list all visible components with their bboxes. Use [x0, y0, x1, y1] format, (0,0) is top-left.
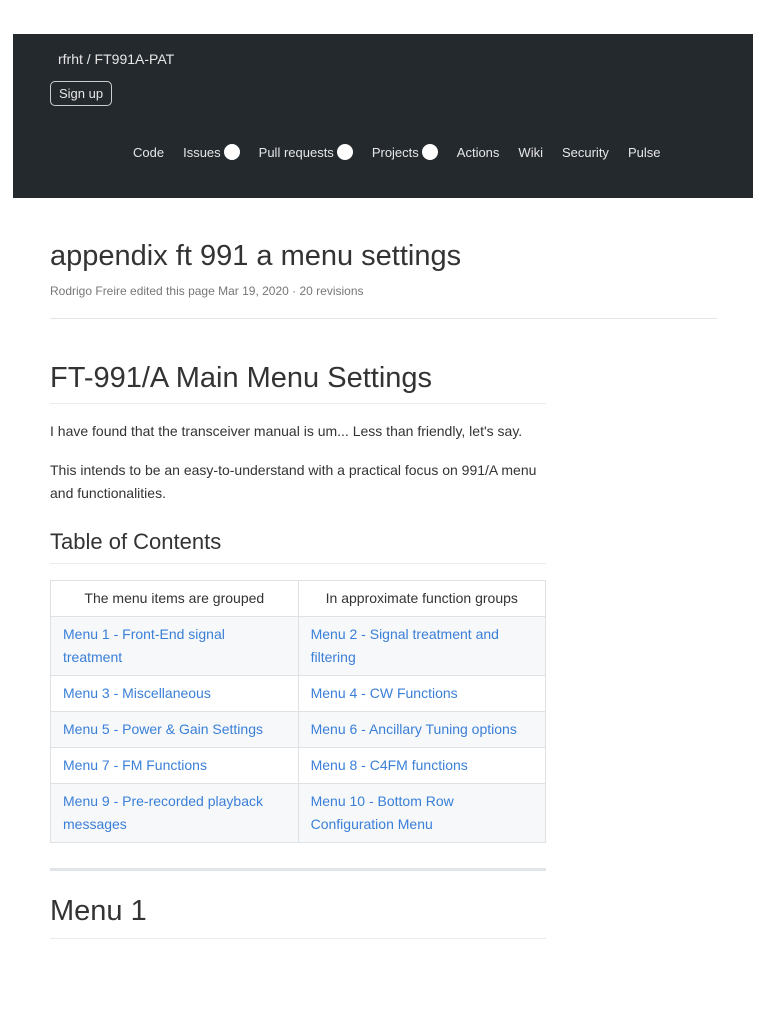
nav-label: Security	[561, 144, 609, 160]
nav-pulse[interactable]: Pulse	[628, 144, 661, 160]
intro-paragraph: This intends to be an easy-to-understand…	[50, 462, 537, 501]
page-title: appendix ft 991 a menu settings	[50, 240, 462, 272]
nav-label: Actions	[456, 144, 500, 160]
toc-link[interactable]: Menu 4 - CW Functions	[311, 685, 458, 701]
table-cell: Menu 4 - CW Functions	[297, 675, 547, 712]
column-header: The menu items are grouped	[50, 580, 299, 617]
table-cell: Menu 9 - Pre-recorded playback messages	[50, 783, 299, 843]
toc-link[interactable]: Menu 8 - C4FM functions	[311, 757, 468, 773]
toc-link[interactable]: Menu 6 - Ancillary Tuning options	[311, 721, 517, 737]
nav-pull-requests[interactable]: Pull requests	[259, 144, 353, 160]
toc-link[interactable]: Menu 1 - Front-End signal treatment	[63, 626, 225, 665]
toc-link[interactable]: Menu 2 - Signal treatment and filtering	[311, 626, 499, 665]
repo-nav: Code Issues Pull requests Projects Actio…	[133, 144, 660, 160]
page-meta: Rodrigo Freire edited this page Mar 19, …	[50, 284, 364, 298]
table-row: Menu 5 - Power & Gain Settings Menu 6 - A…	[50, 711, 547, 748]
nav-label: Pull requests	[258, 144, 334, 160]
main-heading: FT-991/A Main Menu Settings	[50, 362, 546, 404]
table-cell: Menu 1 - Front-End signal treatment	[50, 616, 299, 676]
counter-badge-icon	[421, 144, 438, 160]
table-cell: Menu 10 - Bottom Row Configuration Menu	[297, 783, 547, 843]
table-cell: Menu 5 - Power & Gain Settings	[50, 711, 299, 748]
nav-actions[interactable]: Actions	[457, 144, 500, 160]
table-row: Menu 1 - Front-End signal treatment Menu …	[50, 616, 547, 676]
nav-label: Projects	[371, 144, 419, 160]
toc-link[interactable]: Menu 7 - FM Functions	[63, 757, 207, 773]
sign-up-button[interactable]: Sign up	[50, 81, 113, 106]
table-header-row: The menu items are grouped In approximate…	[50, 580, 547, 617]
wiki-content: FT-991/A Main Menu Settings I have found…	[50, 362, 547, 939]
table-cell: Menu 8 - C4FM functions	[297, 747, 547, 784]
table-cell: Menu 7 - FM Functions	[50, 747, 299, 784]
table-cell: Menu 3 - Miscellaneous	[50, 675, 299, 712]
nav-label: Issues	[183, 144, 221, 160]
divider	[50, 868, 546, 871]
table-row: Menu 9 - Pre-recorded playback messages M…	[50, 783, 547, 843]
nav-wiki[interactable]: Wiki	[518, 144, 543, 160]
counter-badge-icon	[336, 144, 353, 160]
toc-link[interactable]: Menu 10 - Bottom Row Configuration Menu	[311, 793, 454, 832]
nav-projects[interactable]: Projects	[372, 144, 438, 160]
table-cell: Menu 2 - Signal treatment and filtering	[297, 616, 547, 676]
nav-security[interactable]: Security	[562, 144, 609, 160]
nav-label: Code	[133, 144, 165, 160]
nav-label: Wiki	[518, 144, 543, 160]
toc-link[interactable]: Menu 5 - Power & Gain Settings	[63, 721, 263, 737]
counter-badge-icon	[223, 144, 240, 160]
column-header: In approximate function groups	[297, 580, 547, 617]
section-heading: Menu 1	[50, 895, 546, 939]
nav-label: Pulse	[627, 144, 661, 160]
toc-link[interactable]: Menu 3 - Miscellaneous	[63, 685, 211, 701]
toc-heading: Table of Contents	[50, 529, 546, 564]
repo-header: rfrht / FT991A-PAT Sign up Code Issues P…	[13, 34, 753, 198]
nav-code[interactable]: Code	[133, 144, 164, 160]
divider	[50, 318, 717, 319]
intro-paragraph: I have found that the transceiver manual…	[50, 423, 523, 439]
repo-name[interactable]: rfrht / FT991A-PAT	[58, 51, 174, 67]
table-cell: Menu 6 - Ancillary Tuning options	[297, 711, 547, 748]
toc-link[interactable]: Menu 9 - Pre-recorded playback messages	[63, 793, 263, 832]
table-row: Menu 7 - FM Functions Menu 8 - C4FM funct…	[50, 747, 547, 784]
nav-issues[interactable]: Issues	[183, 144, 240, 160]
toc-table: The menu items are grouped In approximate…	[50, 580, 547, 843]
table-row: Menu 3 - Miscellaneous Menu 4 - CW Functi…	[50, 675, 547, 712]
